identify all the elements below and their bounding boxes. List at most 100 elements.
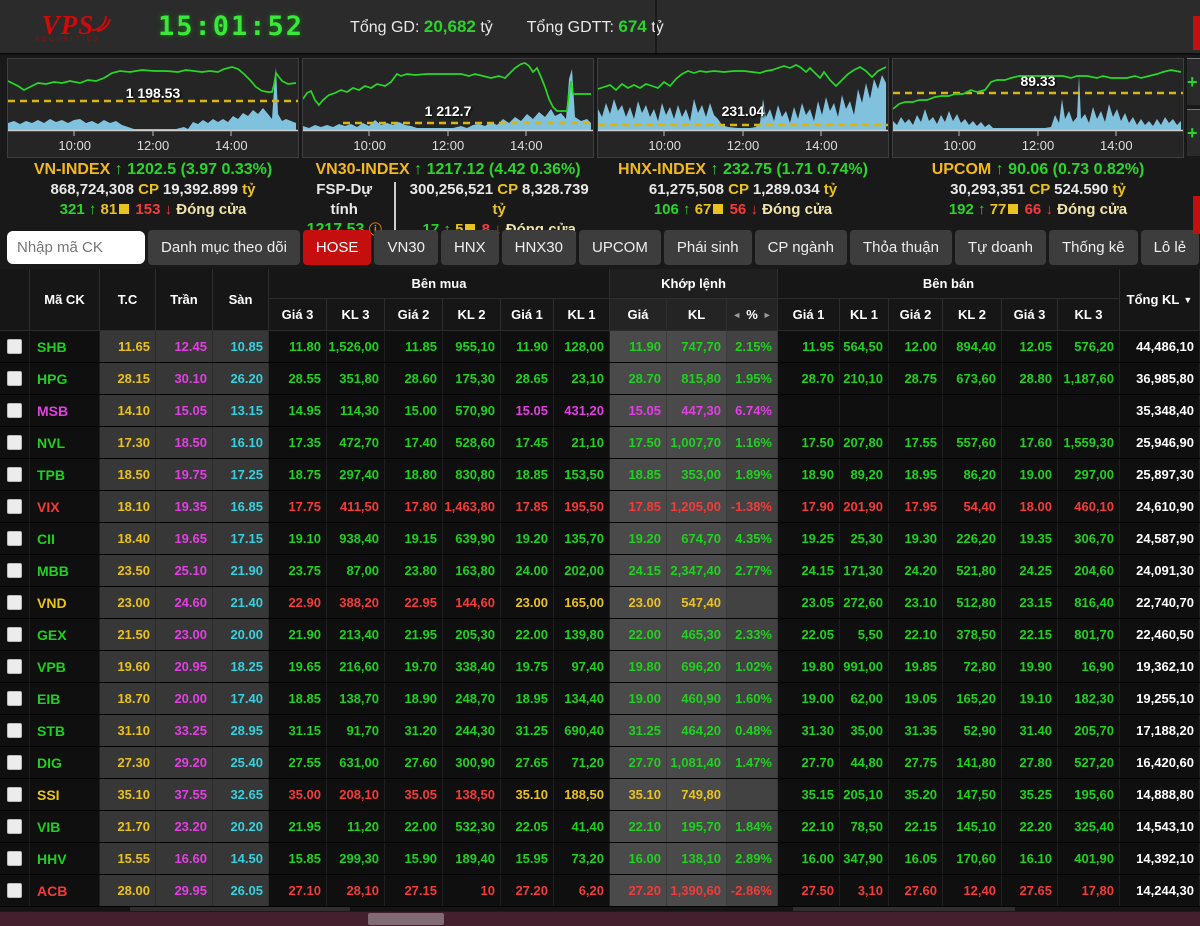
match-price-cell[interactable]: 17.85 bbox=[610, 491, 667, 522]
checkbox-icon[interactable] bbox=[7, 627, 22, 642]
bid2-price-cell[interactable]: 22.95 bbox=[385, 587, 443, 618]
bid3-vol-cell[interactable]: 472,70 bbox=[327, 427, 385, 458]
ask2-price-cell[interactable]: 31.35 bbox=[889, 715, 943, 746]
ask2-price-cell[interactable]: 35.20 bbox=[889, 779, 943, 810]
bid3-price-cell[interactable]: 35.00 bbox=[269, 779, 327, 810]
ask2-price-cell[interactable]: 28.75 bbox=[889, 363, 943, 394]
bid1-price-cell[interactable]: 17.85 bbox=[501, 491, 554, 522]
match-price-cell[interactable]: 18.85 bbox=[610, 459, 667, 490]
ask2-vol-cell[interactable]: 52,90 bbox=[943, 715, 1002, 746]
match-price-cell[interactable]: 19.80 bbox=[610, 651, 667, 682]
match-vol-cell[interactable]: 138,10 bbox=[667, 843, 727, 874]
bid2-vol-cell[interactable]: 163,80 bbox=[443, 555, 501, 586]
match-price-cell[interactable]: 31.25 bbox=[610, 715, 667, 746]
bid2-price-cell[interactable]: 11.85 bbox=[385, 331, 443, 362]
ask3-price-cell[interactable]: 12.05 bbox=[1002, 331, 1058, 362]
bid3-vol-cell[interactable]: 299,30 bbox=[327, 843, 385, 874]
symbol-cell[interactable]: HHV bbox=[30, 843, 100, 874]
scroll-right-icon[interactable]: ► bbox=[763, 310, 772, 320]
ask2-vol-cell[interactable]: 54,40 bbox=[943, 491, 1002, 522]
ask1-vol-cell[interactable] bbox=[840, 395, 889, 426]
ask2-vol-cell[interactable]: 512,80 bbox=[943, 587, 1002, 618]
ref-price-cell[interactable]: 11.65 bbox=[100, 331, 156, 362]
ask3-vol-cell[interactable]: 460,10 bbox=[1058, 491, 1120, 522]
bid2-price-cell[interactable]: 17.40 bbox=[385, 427, 443, 458]
bid1-vol-cell[interactable]: 153,50 bbox=[554, 459, 610, 490]
ask3-vol-cell[interactable]: 306,70 bbox=[1058, 523, 1120, 554]
bid2-price-cell[interactable]: 19.15 bbox=[385, 523, 443, 554]
ask3-vol-cell[interactable]: 1,559,30 bbox=[1058, 427, 1120, 458]
ref-price-cell[interactable]: 15.55 bbox=[100, 843, 156, 874]
ceiling-price-cell[interactable]: 16.60 bbox=[156, 843, 213, 874]
bid3-vol-cell[interactable]: 91,70 bbox=[327, 715, 385, 746]
floor-price-cell[interactable]: 25.40 bbox=[213, 747, 269, 778]
bid2-vol-cell[interactable]: 144,60 bbox=[443, 587, 501, 618]
symbol-cell[interactable]: VND bbox=[30, 587, 100, 618]
match-vol-cell[interactable]: 547,40 bbox=[667, 587, 727, 618]
ask1-vol-cell[interactable]: 207,80 bbox=[840, 427, 889, 458]
bid3-price-cell[interactable]: 19.65 bbox=[269, 651, 327, 682]
floor-price-cell[interactable]: 17.15 bbox=[213, 523, 269, 554]
match-price-cell[interactable]: 35.10 bbox=[610, 779, 667, 810]
row-checkbox[interactable] bbox=[0, 459, 30, 490]
bid3-vol-cell[interactable]: 138,70 bbox=[327, 683, 385, 714]
ask3-price-cell[interactable]: 22.20 bbox=[1002, 811, 1058, 842]
bid1-price-cell[interactable]: 19.75 bbox=[501, 651, 554, 682]
ceiling-price-cell[interactable]: 29.95 bbox=[156, 875, 213, 906]
checkbox-icon[interactable] bbox=[7, 595, 22, 610]
ask3-price-cell[interactable]: 27.65 bbox=[1002, 875, 1058, 906]
ask1-vol-cell[interactable]: 201,90 bbox=[840, 491, 889, 522]
bid3-vol-cell[interactable]: 631,00 bbox=[327, 747, 385, 778]
symbol-cell[interactable]: CII bbox=[30, 523, 100, 554]
symbol-cell[interactable]: ACB bbox=[30, 875, 100, 906]
match-price-cell[interactable]: 22.00 bbox=[610, 619, 667, 650]
checkbox-icon[interactable] bbox=[7, 659, 22, 674]
row-checkbox[interactable] bbox=[0, 395, 30, 426]
ask1-vol-cell[interactable]: 564,50 bbox=[840, 331, 889, 362]
bid3-vol-cell[interactable]: 351,80 bbox=[327, 363, 385, 394]
ask3-vol-cell[interactable]: 816,40 bbox=[1058, 587, 1120, 618]
bid2-vol-cell[interactable]: 10 bbox=[443, 875, 501, 906]
match-vol-cell[interactable]: 747,70 bbox=[667, 331, 727, 362]
bid1-price-cell[interactable]: 31.25 bbox=[501, 715, 554, 746]
checkbox-icon[interactable] bbox=[7, 723, 22, 738]
ref-price-cell[interactable]: 18.40 bbox=[100, 523, 156, 554]
bid2-price-cell[interactable]: 28.60 bbox=[385, 363, 443, 394]
symbol-cell[interactable]: SHB bbox=[30, 331, 100, 362]
bid1-price-cell[interactable]: 11.90 bbox=[501, 331, 554, 362]
ask2-vol-cell[interactable]: 557,60 bbox=[943, 427, 1002, 458]
tab-hnx[interactable]: HNX bbox=[441, 230, 499, 265]
match-vol-cell[interactable]: 460,90 bbox=[667, 683, 727, 714]
ask1-price-cell[interactable]: 19.80 bbox=[778, 651, 840, 682]
bid3-vol-cell[interactable]: 213,40 bbox=[327, 619, 385, 650]
bid1-vol-cell[interactable]: 71,20 bbox=[554, 747, 610, 778]
bid1-price-cell[interactable]: 28.65 bbox=[501, 363, 554, 394]
ask3-vol-cell[interactable]: 182,30 bbox=[1058, 683, 1120, 714]
bid3-vol-cell[interactable]: 1,526,00 bbox=[327, 331, 385, 362]
bid1-vol-cell[interactable]: 73,20 bbox=[554, 843, 610, 874]
bid1-price-cell[interactable]: 24.00 bbox=[501, 555, 554, 586]
ref-price-cell[interactable]: 35.10 bbox=[100, 779, 156, 810]
bid3-vol-cell[interactable]: 28,10 bbox=[327, 875, 385, 906]
bid3-price-cell[interactable]: 19.10 bbox=[269, 523, 327, 554]
bid1-price-cell[interactable]: 19.20 bbox=[501, 523, 554, 554]
ceiling-price-cell[interactable]: 12.45 bbox=[156, 331, 213, 362]
ask3-price-cell[interactable]: 35.25 bbox=[1002, 779, 1058, 810]
match-price-cell[interactable]: 15.05 bbox=[610, 395, 667, 426]
checkbox-icon[interactable] bbox=[7, 467, 22, 482]
bid2-vol-cell[interactable]: 175,30 bbox=[443, 363, 501, 394]
ask3-vol-cell[interactable]: 527,20 bbox=[1058, 747, 1120, 778]
match-vol-cell[interactable]: 1,390,60 bbox=[667, 875, 727, 906]
bid2-vol-cell[interactable]: 955,10 bbox=[443, 331, 501, 362]
symbol-cell[interactable]: NVL bbox=[30, 427, 100, 458]
match-vol-cell[interactable]: 1,007,70 bbox=[667, 427, 727, 458]
checkbox-icon[interactable] bbox=[7, 691, 22, 706]
tab-vn30[interactable]: VN30 bbox=[374, 230, 438, 265]
ask1-price-cell[interactable]: 27.50 bbox=[778, 875, 840, 906]
match-vol-cell[interactable]: 815,80 bbox=[667, 363, 727, 394]
ask2-price-cell[interactable]: 18.95 bbox=[889, 459, 943, 490]
ask3-price-cell[interactable]: 31.40 bbox=[1002, 715, 1058, 746]
row-checkbox[interactable] bbox=[0, 811, 30, 842]
scrollbar-thumb[interactable] bbox=[368, 913, 444, 925]
row-checkbox[interactable] bbox=[0, 683, 30, 714]
